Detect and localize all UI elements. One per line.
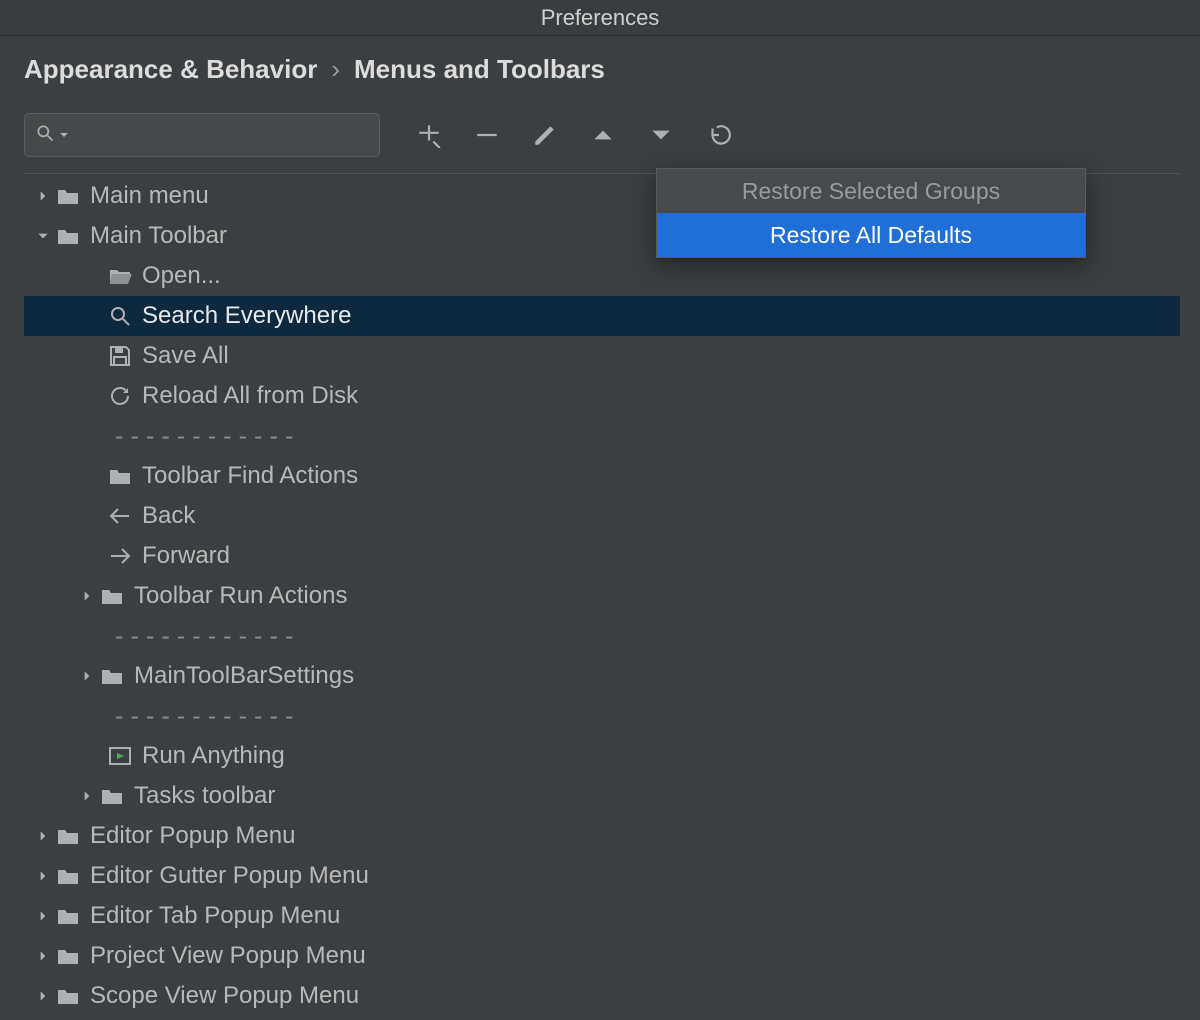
chevron-right-icon[interactable] bbox=[76, 589, 98, 603]
tree-label: Scope View Popup Menu bbox=[90, 982, 359, 1010]
move-up-button[interactable] bbox=[588, 120, 618, 150]
breadcrumb-separator: › bbox=[331, 54, 340, 85]
search-input-wrapper[interactable] bbox=[24, 113, 380, 157]
search-icon bbox=[106, 302, 134, 330]
tree-item-forward[interactable]: Forward bbox=[24, 536, 1180, 576]
reload-icon bbox=[106, 382, 134, 410]
tree-label: Editor Popup Menu bbox=[90, 822, 295, 850]
folder-icon bbox=[54, 822, 82, 850]
menu-tree[interactable]: Main menu Main Toolbar Open... Search Ev… bbox=[24, 176, 1180, 1016]
tree-label: Search Everywhere bbox=[142, 302, 351, 330]
separator-label: ------------ bbox=[112, 422, 297, 450]
tree-label: Run Anything bbox=[142, 742, 285, 770]
tree-label: Toolbar Run Actions bbox=[134, 582, 347, 610]
chevron-right-icon[interactable] bbox=[76, 789, 98, 803]
chevron-right-icon[interactable] bbox=[32, 949, 54, 963]
tree-label: Open... bbox=[142, 262, 221, 290]
menu-item-label: Restore Selected Groups bbox=[742, 178, 1000, 205]
tree-item-save-all[interactable]: Save All bbox=[24, 336, 1180, 376]
arrow-left-icon bbox=[106, 502, 134, 530]
window-title-text: Preferences bbox=[541, 5, 660, 31]
tree-separator[interactable]: ------------ bbox=[24, 696, 1180, 736]
tree-label: Editor Tab Popup Menu bbox=[90, 902, 340, 930]
folder-icon bbox=[98, 782, 126, 810]
tree-item-reload-all[interactable]: Reload All from Disk bbox=[24, 376, 1180, 416]
tree-item-tasks-toolbar[interactable]: Tasks toolbar bbox=[24, 776, 1180, 816]
folder-icon bbox=[54, 982, 82, 1010]
tree-label: Toolbar Find Actions bbox=[142, 462, 358, 490]
move-down-button[interactable] bbox=[646, 120, 676, 150]
tree-item-project-view-popup[interactable]: Project View Popup Menu bbox=[24, 936, 1180, 976]
tree-separator[interactable]: ------------ bbox=[24, 616, 1180, 656]
chevron-right-icon[interactable] bbox=[32, 869, 54, 883]
separator-label: ------------ bbox=[112, 622, 297, 650]
breadcrumb-root[interactable]: Appearance & Behavior bbox=[24, 54, 317, 85]
arrow-right-icon bbox=[106, 542, 134, 570]
chevron-down-icon[interactable] bbox=[32, 229, 54, 243]
chevron-right-icon[interactable] bbox=[76, 669, 98, 683]
chevron-right-icon[interactable] bbox=[32, 829, 54, 843]
run-anything-icon bbox=[106, 742, 134, 770]
chevron-right-icon[interactable] bbox=[32, 189, 54, 203]
tree-label: Main menu bbox=[90, 182, 209, 210]
tree-item-main-toolbar-settings[interactable]: MainToolBarSettings bbox=[24, 656, 1180, 696]
window-title: Preferences bbox=[0, 0, 1200, 36]
tree-label: Back bbox=[142, 502, 195, 530]
tree-item-editor-gutter-popup[interactable]: Editor Gutter Popup Menu bbox=[24, 856, 1180, 896]
chevron-right-icon[interactable] bbox=[32, 909, 54, 923]
tree-item-run-anything[interactable]: Run Anything bbox=[24, 736, 1180, 776]
folder-icon bbox=[54, 902, 82, 930]
tree-label: Forward bbox=[142, 542, 230, 570]
folder-icon bbox=[54, 862, 82, 890]
separator-label: ------------ bbox=[112, 702, 297, 730]
tree-label: Project View Popup Menu bbox=[90, 942, 366, 970]
save-icon bbox=[106, 342, 134, 370]
edit-button[interactable] bbox=[530, 120, 560, 150]
menu-item-restore-all[interactable]: Restore All Defaults bbox=[657, 213, 1085, 257]
folder-icon bbox=[98, 582, 126, 610]
breadcrumb: Appearance & Behavior › Menus and Toolba… bbox=[24, 54, 1180, 85]
remove-button[interactable] bbox=[472, 120, 502, 150]
folder-open-icon bbox=[106, 262, 134, 290]
tree-item-toolbar-run-actions[interactable]: Toolbar Run Actions bbox=[24, 576, 1180, 616]
search-input[interactable] bbox=[73, 124, 369, 147]
breadcrumb-leaf: Menus and Toolbars bbox=[354, 54, 605, 85]
tree-item-scope-view-popup[interactable]: Scope View Popup Menu bbox=[24, 976, 1180, 1016]
tree-label: Reload All from Disk bbox=[142, 382, 358, 410]
tree-label: Main Toolbar bbox=[90, 222, 227, 250]
folder-icon bbox=[54, 182, 82, 210]
tree-item-search-everywhere[interactable]: Search Everywhere bbox=[24, 296, 1180, 336]
folder-icon bbox=[54, 222, 82, 250]
tree-item-toolbar-find-actions[interactable]: Toolbar Find Actions bbox=[24, 456, 1180, 496]
tree-separator[interactable]: ------------ bbox=[24, 416, 1180, 456]
menu-item-restore-selected: Restore Selected Groups bbox=[657, 169, 1085, 213]
folder-icon bbox=[106, 462, 134, 490]
tree-item-back[interactable]: Back bbox=[24, 496, 1180, 536]
toolbar bbox=[24, 113, 1180, 157]
menu-item-label: Restore All Defaults bbox=[770, 222, 972, 249]
chevron-right-icon[interactable] bbox=[32, 989, 54, 1003]
folder-icon bbox=[98, 662, 126, 690]
search-filter-chevron-icon[interactable] bbox=[59, 130, 69, 140]
folder-icon bbox=[54, 942, 82, 970]
restore-menu-popup: Restore Selected Groups Restore All Defa… bbox=[656, 168, 1086, 258]
tree-label: Save All bbox=[142, 342, 229, 370]
tree-label: Tasks toolbar bbox=[134, 782, 275, 810]
tree-label: MainToolBarSettings bbox=[134, 662, 354, 690]
tree-item-editor-tab-popup[interactable]: Editor Tab Popup Menu bbox=[24, 896, 1180, 936]
restore-button[interactable] bbox=[704, 120, 734, 150]
tree-item-open[interactable]: Open... bbox=[24, 256, 1180, 296]
search-icon bbox=[35, 123, 55, 148]
tree-item-editor-popup[interactable]: Editor Popup Menu bbox=[24, 816, 1180, 856]
add-button[interactable] bbox=[414, 120, 444, 150]
tree-label: Editor Gutter Popup Menu bbox=[90, 862, 369, 890]
